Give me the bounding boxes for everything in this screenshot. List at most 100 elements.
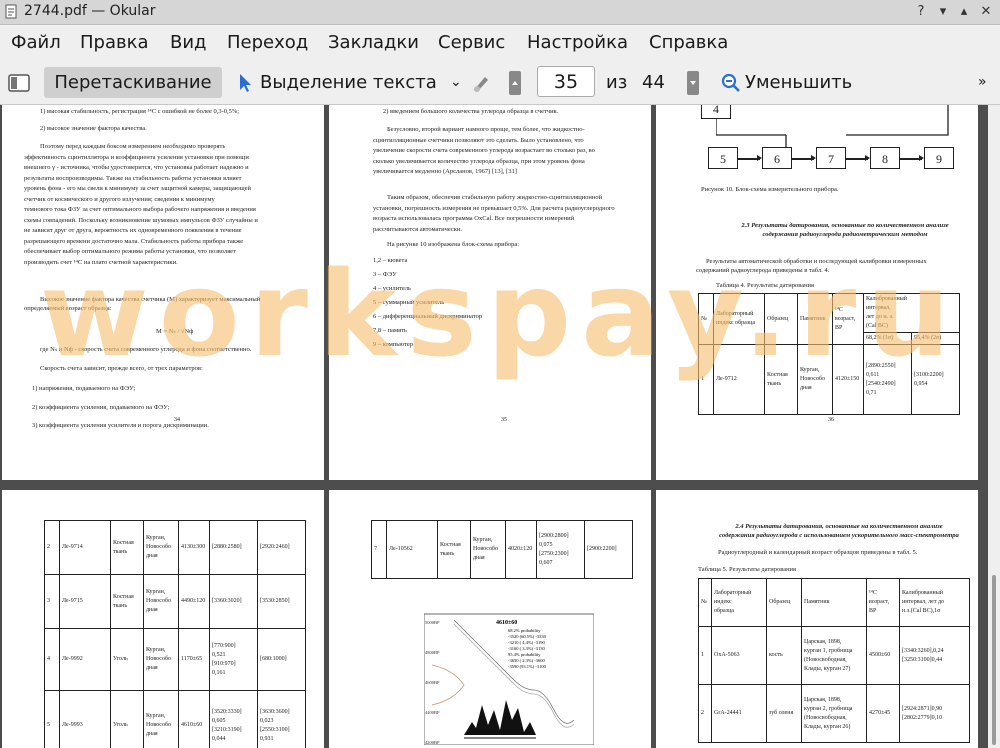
table-row: 4 Ле-9992 Уголь Курган, Новособо дная 1170±65[… (44, 628, 306, 691)
page-number-input[interactable]: 35 (537, 66, 595, 97)
page-text: Скорость счета зависит, прежде всего, от… (40, 365, 203, 372)
minimize-icon[interactable]: ▾ (934, 3, 952, 21)
table-row: 1 OxA-5063 кость Царская, 1898, курган 1, гр… (698, 626, 970, 685)
page-35: 2) введением большого количества углерод… (329, 105, 651, 480)
text-selection-tool-button[interactable]: Выделение текста (260, 67, 437, 98)
menu-file[interactable]: Файл (11, 32, 61, 53)
calibration-plot: 5000BP 4800BP 4600BP 4400BP 4200BP 4610±… (424, 613, 594, 745)
window-title: 2744.pdf — Okular (24, 3, 156, 19)
page-36: 4 5 6 7 8 9 Рисунок 10. Блок-схема измер… (656, 105, 978, 480)
table-row: 7 Ле-10562 Костная ткань Курган, Новособо дная… (371, 520, 633, 579)
scrollbar-thumb[interactable] (992, 575, 996, 745)
page-text: где Nₛ и Nф - скорость счета современног… (40, 346, 252, 353)
page-text: Радиоуглеродный и календарный возраст об… (718, 549, 918, 556)
list-item: 3) коэффициента усиления усилителя и пор… (32, 422, 209, 429)
maximize-icon[interactable]: ▴ (955, 3, 973, 21)
browse-tool-button[interactable]: Перетаскивание (44, 67, 222, 98)
table-header-row: № Лабораторный индекс образца Образец Памя… (698, 578, 970, 627)
section-heading: 2.3 Результаты датирования, основанные п… (741, 222, 949, 238)
list-item: 5 – суммарный усилитель (373, 299, 445, 306)
title-bar: 2744.pdf — Okular ? ▾ ▴ ✕ (0, 0, 1000, 25)
page-paragraph: Безусловно, второй вариант намного проще… (373, 126, 595, 175)
menu-help[interactable]: Справка (649, 32, 728, 53)
page-of-label: из (606, 72, 628, 93)
table-row: 5 Ле-9993 Уголь Курган, Новособо дная 4610±60[… (44, 690, 306, 748)
y-tick-label: 4200BP (425, 740, 440, 745)
list-item: 6 – дифференциальный дискриминатор (373, 313, 483, 320)
page-number: 34 (174, 417, 180, 423)
page-34: 1) высокая стабильность, регистрация ¹⁴С… (2, 105, 324, 480)
document-view[interactable]: 1) высокая стабильность, регистрация ¹⁴С… (0, 105, 988, 748)
legend-line: -3650 ( 2.3%) -3600 (508, 658, 545, 663)
list-item: 7,8 – память (373, 327, 407, 334)
legend-line: -3520 (60.5%) -3330 (508, 634, 547, 639)
page-number: 36 (828, 417, 834, 423)
page-paragraph: Таким образом, обеспечив стабильную рабо… (373, 194, 615, 233)
legend-line: -3590 (93.1%) -3100 (508, 664, 547, 669)
arrow (900, 155, 924, 161)
menu-view[interactable]: Вид (170, 32, 207, 53)
legend-line: -3160 ( 3.3%) -3130 (508, 646, 545, 651)
block-box: 5 (708, 147, 738, 169)
page-text: 1) высокая стабильность, регистрация ¹⁴С… (40, 108, 240, 115)
y-tick-label: 4600BP (425, 680, 440, 685)
figure-caption: Рисунок 10. Блок-схема измерительного пр… (701, 186, 839, 193)
zoom-out-button[interactable]: Уменьшить (745, 67, 852, 98)
page-paragraph: Высокое значение фактора качества счетчи… (24, 296, 261, 312)
results-table-4: № Лабораторный индекс образца Образец Пам… (698, 293, 960, 415)
zoom-out-icon (721, 73, 740, 92)
y-tick-label: 4400BP (425, 710, 440, 715)
next-page-icon[interactable] (686, 70, 700, 96)
menu-bookmarks[interactable]: Закладки (328, 32, 419, 53)
menu-edit[interactable]: Правка (80, 32, 149, 53)
results-table-4-continued: 2 Ле-9714 Костная ткань Курган, Новособо дная 4… (44, 520, 306, 748)
formula: M = Nₛ / √Nф (156, 328, 194, 335)
close-icon[interactable]: ✕ (977, 3, 995, 21)
page-paragraph: Результаты автоматической обработки и по… (696, 258, 927, 274)
legend-line: 68.2% probability (508, 628, 541, 633)
annotate-pen-icon[interactable] (470, 72, 492, 94)
plot-title: 4610±60 (496, 620, 517, 626)
y-tick-label: 4800BP (425, 650, 440, 655)
okular-app-icon (5, 4, 17, 19)
chevron-down-icon[interactable]: ⌄ (450, 67, 462, 98)
table-row: 3 Ле-9715 Костная ткань Курган, Новособо дная 4… (44, 574, 306, 629)
table-row: 1 Ле-9712 Костная ткань Курган, Новособо дна… (698, 344, 960, 415)
results-table-4-continued: 7 Ле-10562 Костная ткань Курган, Новособо дная… (371, 520, 633, 579)
page-total-label: 44 (642, 72, 665, 93)
arrow (738, 155, 762, 161)
page-text: 2) введением большого количества углерод… (383, 108, 559, 115)
previous-page-icon[interactable] (508, 70, 522, 96)
table-caption: Таблица 5. Результаты датирования (698, 566, 797, 573)
main-toolbar: Перетаскивание Выделение текста ⌄ 35 из … (0, 61, 1000, 105)
help-icon[interactable]: ? (912, 3, 930, 21)
table-caption: Таблица 4. Результаты датирования (716, 282, 815, 289)
menu-settings[interactable]: Настройка (527, 32, 628, 53)
block-connectors (716, 105, 949, 147)
arrow (792, 155, 816, 161)
menu-tools[interactable]: Сервис (438, 32, 505, 53)
vertical-scrollbar[interactable] (988, 105, 1000, 748)
legend-line: 95.4% probability (508, 652, 541, 657)
table-row: 2 Ле-9714 Костная ткань Курган, Новособо дная 4… (44, 520, 306, 575)
text-select-cursor-icon (240, 74, 251, 92)
legend-line: -3210 ( 4.4%) -3190 (508, 640, 545, 645)
results-table-5: № Лабораторный индекс образца Образец Памя… (698, 578, 970, 743)
list-item: 1,2 – кювета (373, 257, 408, 264)
menu-go[interactable]: Переход (227, 32, 308, 53)
block-box: 7 (816, 147, 846, 169)
section-heading: 2.4 Результаты датирования, основанные н… (719, 523, 959, 539)
page-paragraph: Поэтому перед каждым боксом измерением н… (24, 143, 258, 266)
page-text: 2) высокое значение фактора качества. (40, 125, 147, 132)
page-39: 2.4 Результаты датирования, основанные н… (656, 490, 978, 748)
page-number: 35 (501, 417, 507, 423)
menu-bar: Файл Правка Вид Переход Закладки Сервис … (0, 25, 1000, 61)
list-item: 9 – компьютер (373, 341, 414, 348)
list-item: 4 – усилитель (373, 285, 412, 292)
table-row: 2 GrA-24441 зуб оленя Царская, 1898, курган … (698, 684, 970, 743)
y-tick-label: 5000BP (425, 620, 440, 625)
block-box: 6 (762, 147, 792, 169)
arrow (846, 155, 870, 161)
sidebar-toggle-icon[interactable] (8, 73, 30, 93)
toolbar-overflow-icon[interactable]: » (978, 67, 987, 98)
